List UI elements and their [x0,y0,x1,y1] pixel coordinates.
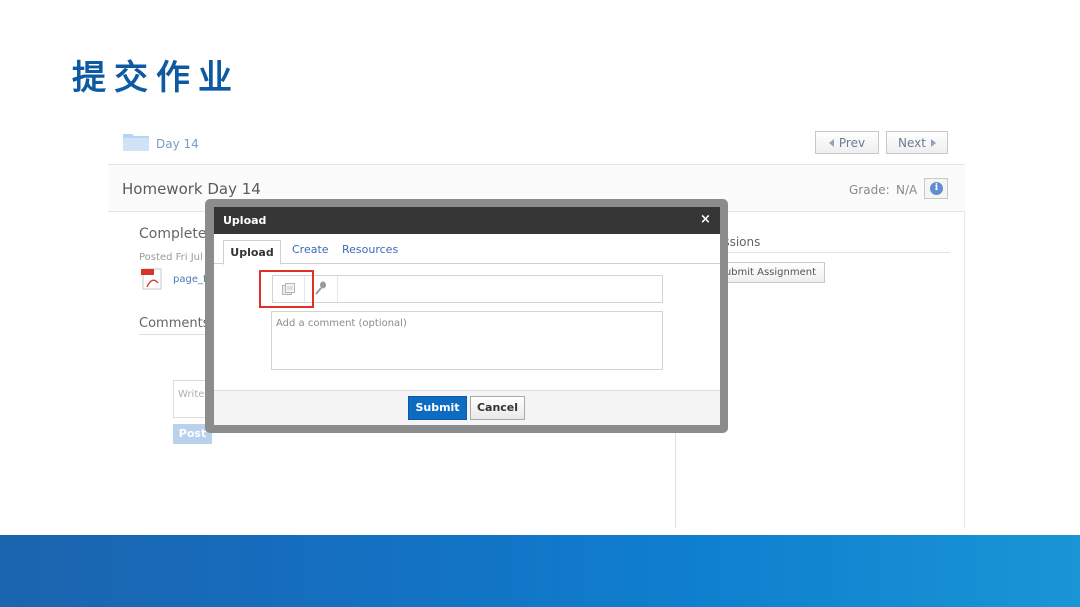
submit-button[interactable]: Submit [408,396,467,420]
file-upload-row [272,275,663,303]
cancel-button[interactable]: Cancel [470,396,525,420]
microphone-icon [315,281,326,295]
homework-title: Homework Day 14 [122,180,261,198]
comments-divider [139,334,214,335]
folder-bar: Day 14 Prev Next [108,128,965,165]
page-edge [964,212,965,528]
submissions-divider [714,252,950,253]
pdf-icon [141,268,162,290]
file-path-input[interactable] [339,276,662,302]
modal-tabs: Upload Create Resources [214,234,720,265]
close-icon[interactable]: × [700,212,711,227]
comments-heading: Comments [139,316,210,331]
submit-assignment-button[interactable]: Submit Assignment [714,262,825,283]
grade-label: Grade: [849,183,890,197]
slide-title: 提交作业 [72,58,240,98]
tab-resources[interactable]: Resources [342,243,398,256]
upload-modal: Upload × Upload Create Resources Submit … [214,207,720,425]
grade-value: N/A [896,183,918,197]
footer-band [0,535,1080,607]
tab-upload[interactable]: Upload [223,240,281,265]
folder-label[interactable]: Day 14 [156,137,199,151]
write-placeholder: Write [178,389,205,400]
comment-input[interactable] [271,311,663,370]
arrow-left-icon [828,138,834,147]
modal-title: Upload [223,214,267,227]
prev-button[interactable]: Prev [815,131,879,154]
next-label: Next [898,135,926,150]
folder-icon [123,134,149,151]
column-divider [675,428,676,528]
prev-label: Prev [838,135,866,150]
modal-header: Upload × [214,207,720,234]
modal-footer: Submit Cancel [214,390,720,425]
next-button[interactable]: Next [886,131,948,154]
tab-create[interactable]: Create [292,243,329,256]
info-button[interactable]: i [924,178,948,199]
highlight-box [259,270,314,308]
arrow-right-icon [930,138,936,147]
info-icon: i [930,182,943,195]
